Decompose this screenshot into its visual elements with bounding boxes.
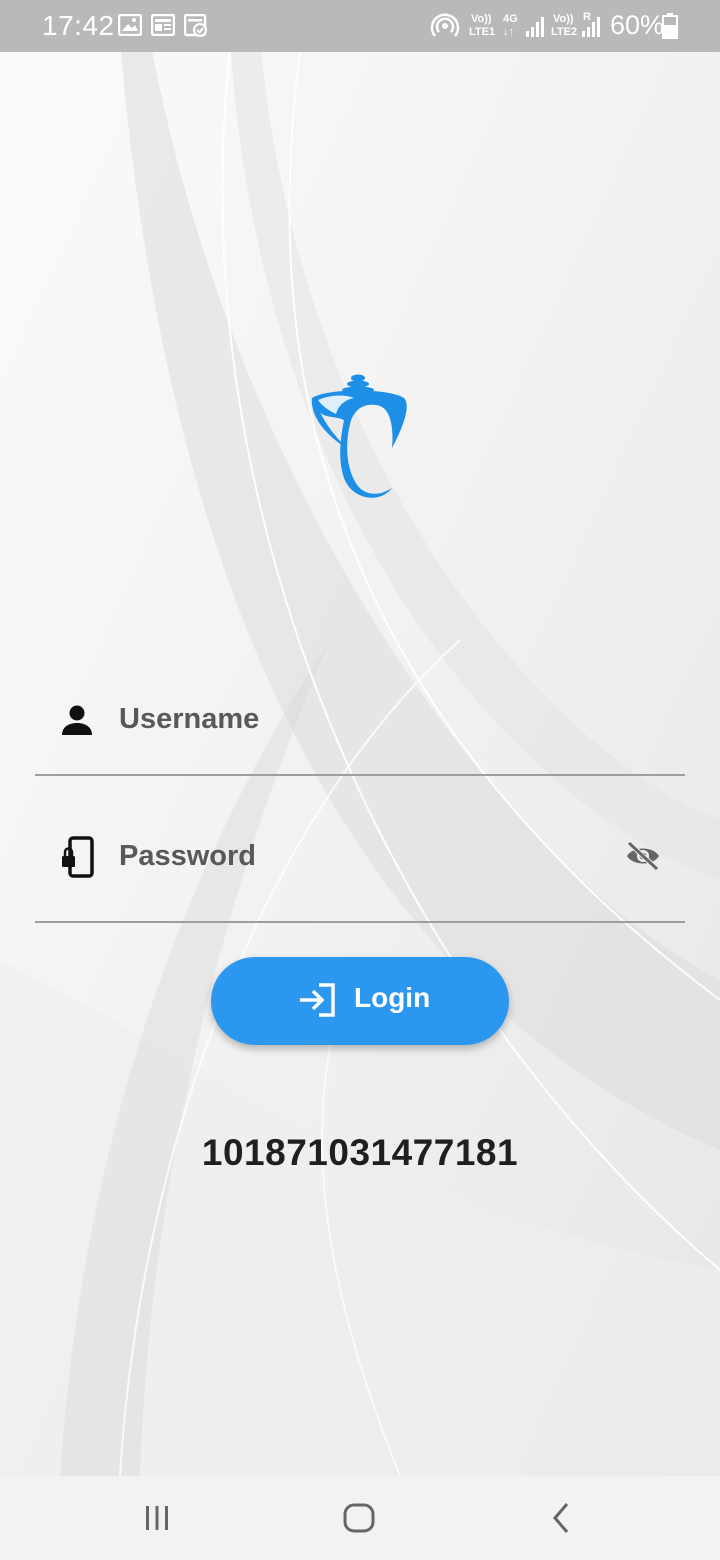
back-icon[interactable] (545, 1498, 577, 1538)
battery-percent: 60% (610, 10, 665, 40)
phone-lock-icon (62, 836, 94, 878)
login-label: Login (354, 982, 431, 1013)
username-input[interactable] (119, 694, 599, 744)
home-icon[interactable] (340, 1498, 378, 1538)
signal-icon-sim2 (582, 17, 600, 37)
news-icon (151, 14, 175, 36)
eye-off-icon[interactable] (625, 840, 661, 872)
status-time: 17:42 (42, 10, 115, 41)
lte-label-1: LTE1 (469, 26, 496, 38)
password-input[interactable] (119, 831, 599, 881)
device-id-text: 101871031477181 (201, 1132, 519, 1173)
username-field (35, 680, 685, 776)
password-field (35, 818, 685, 923)
login-icon (300, 983, 335, 1017)
network-type-label: 4G (503, 13, 518, 25)
gallery-icon (118, 14, 142, 36)
lte-label-2: LTE2 (551, 26, 578, 38)
conch-logo (311, 374, 407, 498)
signal-icon (526, 17, 544, 37)
background-swoosh (0, 0, 720, 1560)
data-arrows-icon: ↓↑ (503, 26, 514, 38)
login-screen: 17:42 Vo)) LTE1 4G ↓↑ Vo)) LTE2 R 60% Us… (0, 0, 720, 1560)
status-bar: 17:42 Vo)) LTE1 4G ↓↑ Vo)) LTE2 R 60% (0, 0, 720, 52)
recent-apps-icon[interactable] (140, 1498, 174, 1538)
login-button[interactable]: Login (211, 957, 509, 1045)
volte-label-1: Vo)) (471, 13, 492, 25)
calendar-check-icon (184, 14, 207, 37)
navigation-bar (0, 1476, 720, 1560)
battery-icon (662, 13, 678, 39)
person-icon (62, 705, 92, 735)
hotspot-icon (430, 13, 460, 37)
volte-label-2: Vo)) (553, 13, 574, 25)
